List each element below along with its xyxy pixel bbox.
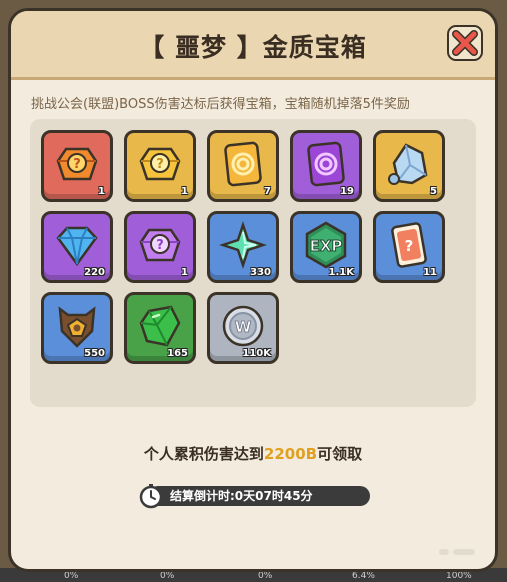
requirement-suffix: 可领取 xyxy=(317,445,363,463)
page-dot xyxy=(453,549,475,555)
blue-diamond-icon xyxy=(56,226,98,267)
page-indicator xyxy=(439,549,475,555)
reward-quantity: 5 xyxy=(430,186,437,197)
reward-item[interactable]: 330 xyxy=(207,211,279,283)
countdown-timer: 结算倒计时:0天07时45分 xyxy=(138,483,370,509)
reward-quantity: 1 xyxy=(181,186,188,197)
reward-quantity: 11 xyxy=(423,267,437,278)
reward-item[interactable]: 165 xyxy=(124,292,196,364)
silver-w-coin-icon: W xyxy=(222,305,264,347)
reward-quantity: 220 xyxy=(84,267,105,278)
mystery-card-icon: ? xyxy=(391,222,427,268)
close-button[interactable] xyxy=(447,25,483,61)
reward-item[interactable]: 220 xyxy=(41,211,113,283)
reward-quantity: 1 xyxy=(181,267,188,278)
reward-item[interactable]: 7 xyxy=(207,130,279,202)
svg-text:?: ? xyxy=(405,237,414,255)
damage-requirement: 个人累积伤害达到2200B可领取 xyxy=(11,443,495,464)
background-percent: 0% xyxy=(160,571,175,581)
reward-item[interactable]: ? 1 xyxy=(124,130,196,202)
svg-text:W: W xyxy=(235,318,252,336)
reward-item[interactable]: 550 xyxy=(41,292,113,364)
reward-item[interactable]: ? 11 xyxy=(373,211,445,283)
reward-quantity: 550 xyxy=(84,348,105,359)
dialog-title: 【 噩梦 】金质宝箱 xyxy=(139,33,367,62)
ice-crystal-icon xyxy=(388,143,428,185)
purple-swirl-card-icon xyxy=(307,141,345,187)
green-emerald-icon xyxy=(139,305,181,347)
reward-quantity: 165 xyxy=(167,348,188,359)
reward-quantity: 1 xyxy=(98,186,105,197)
reward-quantity: 1.1K xyxy=(328,267,354,278)
svg-text:?: ? xyxy=(73,157,81,172)
reward-item[interactable]: 5 xyxy=(373,130,445,202)
background-percent: 6.4% xyxy=(352,571,375,581)
background-percent: 0% xyxy=(64,571,79,581)
background-percent: 0% xyxy=(258,571,273,581)
reward-quantity: 110K xyxy=(242,348,271,359)
gold-mystery-gem-pack-icon: ? xyxy=(139,147,181,181)
requirement-value: 2200B xyxy=(263,445,318,463)
green-sparkle-star-icon xyxy=(219,221,267,269)
reward-item[interactable]: ? 1 xyxy=(41,130,113,202)
svg-text:?: ? xyxy=(156,157,164,172)
chest-dialog: 【 噩梦 】金质宝箱 挑战公会(联盟)BOSS伤害达标后获得宝箱，宝箱随机掉落5… xyxy=(8,8,498,572)
close-icon xyxy=(452,30,478,56)
page-dot xyxy=(439,549,449,555)
reward-quantity: 7 xyxy=(264,186,271,197)
reward-quantity: 330 xyxy=(250,267,271,278)
svg-text:EXP: EXP xyxy=(310,237,343,255)
reward-quantity: 19 xyxy=(340,186,354,197)
reward-item[interactable]: W 110K xyxy=(207,292,279,364)
svg-text:?: ? xyxy=(156,238,164,253)
gold-swirl-card-icon xyxy=(224,141,262,187)
orange-mystery-gem-pack-icon: ? xyxy=(56,147,98,181)
purple-mystery-gem-pack-icon: ? xyxy=(139,228,181,262)
dialog-header: 【 噩梦 】金质宝箱 xyxy=(11,11,495,80)
background-percent: 100% xyxy=(446,571,472,581)
reward-item[interactable]: 19 xyxy=(290,130,362,202)
exp-badge-icon: EXP xyxy=(305,221,347,269)
reward-grid: ? 1 ? 1 7 19 5 220 ? 1 330 EXP 1.1K ? 11… xyxy=(30,119,476,407)
reward-item[interactable]: EXP 1.1K xyxy=(290,211,362,283)
timer-label: 结算倒计时:0天07时45分 xyxy=(170,489,313,503)
chest-description: 挑战公会(联盟)BOSS伤害达标后获得宝箱，宝箱随机掉落5件奖励 xyxy=(31,97,410,112)
reward-item[interactable]: ? 1 xyxy=(124,211,196,283)
horned-shield-emblem-icon xyxy=(58,306,96,348)
requirement-prefix: 个人累积伤害达到 xyxy=(143,445,264,463)
stopwatch-icon xyxy=(139,484,163,509)
